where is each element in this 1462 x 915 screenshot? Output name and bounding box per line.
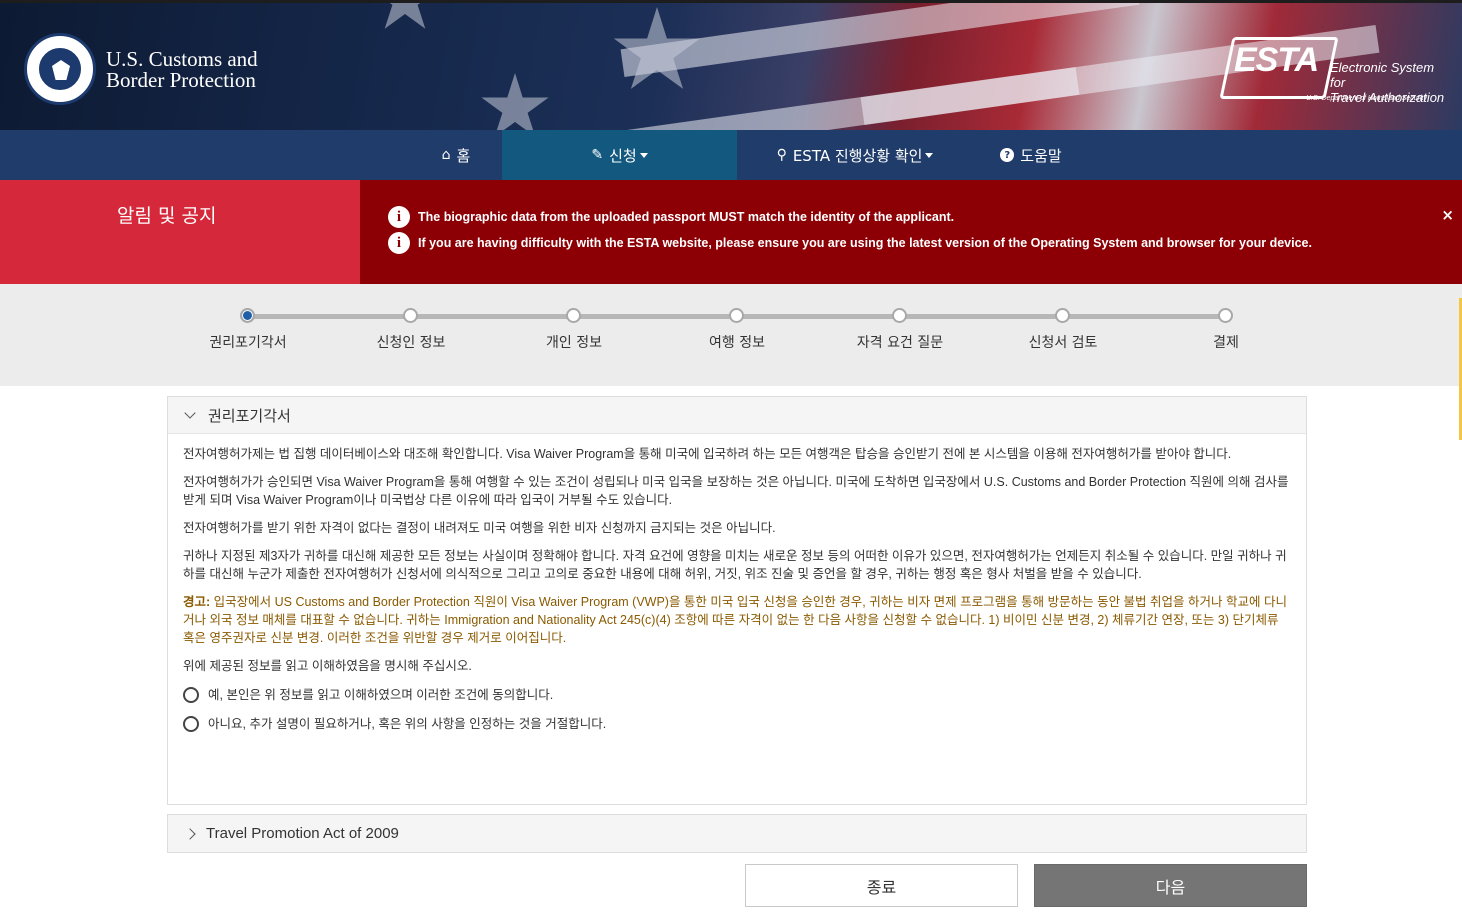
agree-radio[interactable] [183,687,199,703]
info-icon: i [388,206,410,228]
pencil-icon: ✎ [591,147,604,163]
travel-promotion-panel-header[interactable]: Travel Promotion Act of 2009 [167,814,1307,853]
progress-step-marker [566,308,581,323]
progress-step-label: 자격 요건 질문 [856,335,944,351]
alert-message: i If you are having difficulty with the … [388,232,1312,254]
progress-step-marker [892,308,907,323]
alert-messages: i The biographic data from the uploaded … [360,180,1462,284]
waiver-panel-header[interactable]: 권리포기각서 [168,397,1306,434]
warning-text: 입국장에서 US Customs and Border Protection 직… [183,595,1287,645]
nav-home-label: 홈 [456,146,471,165]
flag-star [371,3,439,29]
confirm-prompt: 위에 제공된 정보를 읽고 이해하였음을 명시해 주십시오. [183,659,472,673]
progress-step-label: 권리포기각서 [209,335,287,351]
nav-help-label: 도움말 [1020,146,1062,165]
question-circle-icon: ? [1000,148,1015,162]
nav-home[interactable]: ⌂ 홈 [410,130,502,180]
main-nav: ⌂ 홈 ✎ 신청 ⚲ ESTA 진행상황 확인 ? 도움말 [0,130,1462,180]
waiver-paragraph: 귀하나 지정된 제3자가 귀하를 대신해 제공한 모든 정보는 사실이며 정확해… [183,549,1287,581]
caret-down-icon [639,152,648,158]
agency-name-line1: U.S. Customs and [106,47,258,71]
esta-subtitle-line1: Electronic System for [1330,60,1435,90]
nav-help[interactable]: ? 도움말 [988,130,1074,180]
alert-message: i The biographic data from the uploaded … [388,206,954,228]
agency-name[interactable]: U.S. Customs and Border Protection [106,49,258,91]
esta-logo[interactable]: ESTA Electronic System for Travel Author… [1219,33,1450,109]
agree-label: 예, 본인은 위 정보를 읽고 이해하였으며 이러한 조건에 동의합니다. [208,688,554,702]
esta-logo-dept: U.S. Department of Homeland Security [1306,95,1427,102]
progress-step-marker [1055,308,1070,323]
site-header: U.S. Customs and Border Protection ESTA … [0,0,1462,130]
alert-title-panel: 알림 및 공지 [0,180,360,284]
nav-check-status-label: ESTA 진행상황 확인 [792,146,923,165]
progress-step-marker [729,308,744,323]
caret-down-icon [925,152,934,158]
exit-button[interactable]: 종료 [745,864,1018,907]
esta-logo-word: ESTA [1234,41,1319,79]
warning-label: 경고: [183,595,211,609]
home-icon: ⌂ [441,147,451,163]
progress-step-label: 결제 [1213,335,1239,351]
nav-apply-label: 신청 [609,146,637,165]
alert-message-text: The biographic data from the uploaded pa… [418,210,955,224]
decline-label: 아니요, 추가 설명이 필요하거나, 혹은 위의 사항을 인정하는 것을 거절합… [208,717,607,731]
waiver-paragraph: 전자여행허가가 승인되면 Visa Waiver Program을 통해 여행할… [183,475,1289,507]
nav-apply[interactable]: ✎ 신청 [502,130,737,180]
application-progress: 권리포기각서 신청인 정보 개인 정보 여행 정보 자격 요건 질문 신청서 검토 결제 [0,284,1462,386]
nav-check-status[interactable]: ⚲ ESTA 진행상황 확인 [760,130,950,180]
waiver-body: 전자여행허가제는 법 집행 데이터베이스와 대조해 확인합니다. Visa Wa… [168,434,1306,734]
next-button[interactable]: 다음 [1034,864,1307,907]
dhs-seal-logo[interactable] [24,33,96,105]
chevron-right-icon [184,827,196,840]
progress-step-current-marker [240,308,255,323]
chevron-down-icon [184,407,196,419]
eagle-icon [37,46,83,92]
alert-message-text: If you are having difficulty with the ES… [418,236,1312,250]
progress-step-label: 여행 정보 [709,335,765,351]
waiver-panel: 권리포기각서 전자여행허가제는 법 집행 데이터베이스와 대조해 확인합니다. … [167,396,1307,805]
agree-option[interactable]: 예, 본인은 위 정보를 읽고 이해하였으며 이러한 조건에 동의합니다. [183,685,1291,705]
waiver-warning: 경고: 입국장에서 US Customs and Border Protecti… [183,593,1291,647]
decline-option[interactable]: 아니요, 추가 설명이 필요하거나, 혹은 위의 사항을 인정하는 것을 거절합… [183,714,1291,734]
waiver-paragraph: 전자여행허가제는 법 집행 데이터베이스와 대조해 확인합니다. Visa Wa… [183,447,1232,461]
agency-name-line2: Border Protection [106,68,256,92]
progress-step-label: 신청서 검토 [1028,335,1098,351]
search-icon: ⚲ [776,147,787,163]
progress-step-marker [1218,308,1233,323]
close-icon[interactable]: × [1441,206,1454,224]
progress-step-label: 신청인 정보 [376,335,446,351]
waiver-paragraph: 전자여행허가를 받기 위한 자격이 없다는 결정이 내려져도 미국 여행을 위한… [183,521,776,535]
waiver-heading: 권리포기각서 [208,406,291,425]
flag-star [481,73,549,130]
progress-step-marker [403,308,418,323]
progress-step-label: 개인 정보 [546,335,602,351]
info-icon: i [388,232,410,254]
alert-title: 알림 및 공지 [117,205,217,227]
decline-radio[interactable] [183,716,199,732]
travel-promotion-heading: Travel Promotion Act of 2009 [206,825,399,842]
